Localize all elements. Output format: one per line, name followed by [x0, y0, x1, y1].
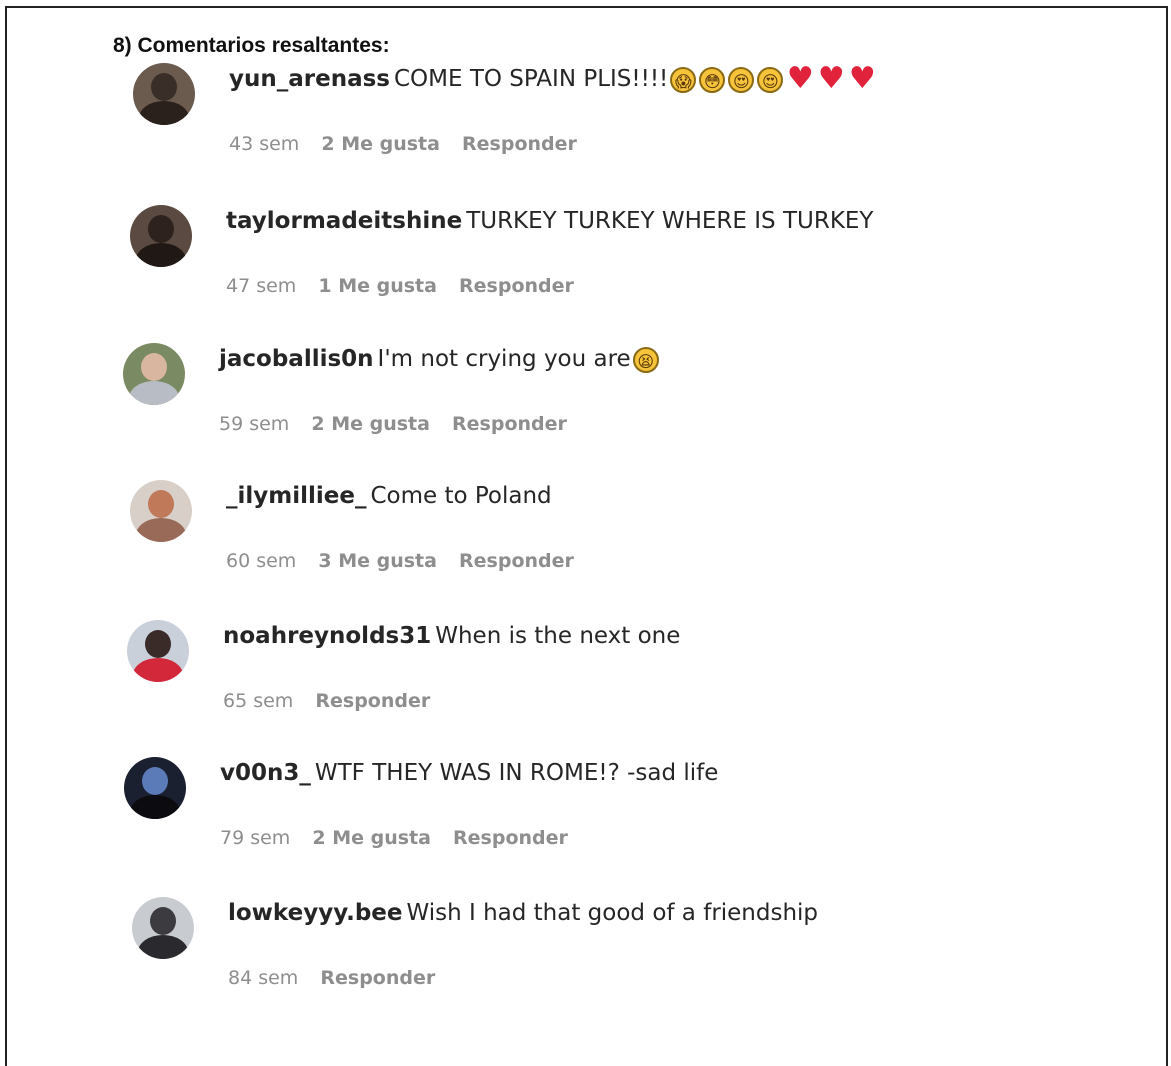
avatar[interactable] [132, 897, 194, 959]
comment-line: jacoballis0n I'm not crying you are 😫 [219, 345, 659, 373]
comment-item: lowkeyyy.bee Wish I had that good of a fr… [132, 897, 1032, 989]
comment-text: Come to Poland [370, 483, 552, 509]
comment-line: _ilymilliee_ Come to Poland [226, 482, 552, 510]
comment-time[interactable]: 79 sem [220, 827, 290, 849]
comment-line: noahreynolds31 When is the next one [223, 622, 680, 650]
red-heart-icon: ♥ [848, 60, 876, 96]
avatar[interactable] [130, 205, 192, 267]
comment-username[interactable]: v00n3_ [220, 760, 311, 786]
comment-item: _ilymilliee_ Come to Poland 60 sem 3 Me g… [130, 480, 1030, 572]
flushed-face-icon: 😳 [699, 66, 726, 93]
red-heart-icon: ♥ [786, 60, 814, 96]
comment-likes[interactable]: 3 Me gusta [318, 550, 437, 572]
reply-button[interactable]: Responder [320, 967, 435, 989]
comment-likes[interactable]: 1 Me gusta [318, 275, 437, 297]
comment-likes[interactable]: 2 Me gusta [311, 413, 430, 435]
reply-button[interactable]: Responder [452, 413, 567, 435]
section-heading: 8) Comentarios resaltantes: [113, 34, 390, 57]
comment-time[interactable]: 59 sem [219, 413, 289, 435]
heart-eyes-face-icon: 😍 [728, 66, 755, 93]
comment-item: v00n3_ WTF THEY WAS IN ROME!? -sad life 7… [124, 757, 1024, 849]
comment-meta: 43 sem 2 Me gusta Responder [229, 133, 593, 155]
comment-meta: 65 sem Responder [223, 690, 446, 712]
comment-text: TURKEY TURKEY WHERE IS TURKEY [466, 208, 874, 234]
avatar[interactable] [127, 620, 189, 682]
comment-item: noahreynolds31 When is the next one 65 se… [127, 620, 1027, 712]
comment-meta: 59 sem 2 Me gusta Responder [219, 413, 583, 435]
comment-meta: 79 sem 2 Me gusta Responder [220, 827, 584, 849]
comment-username[interactable]: yun_arenass [229, 66, 390, 92]
comment-line: lowkeyyy.bee Wish I had that good of a fr… [228, 899, 818, 927]
comment-line: yun_arenass COME TO SPAIN PLIS!!!! 😱 😳 😍 … [229, 60, 876, 96]
reply-button[interactable]: Responder [315, 690, 430, 712]
avatar[interactable] [123, 343, 185, 405]
tired-face-icon: 😫 [632, 346, 659, 373]
comment-text: I'm not crying you are [377, 346, 631, 372]
comment-item: yun_arenass COME TO SPAIN PLIS!!!! 😱 😳 😍 … [133, 60, 1033, 155]
comment-username[interactable]: _ilymilliee_ [226, 483, 366, 509]
avatar[interactable] [130, 480, 192, 542]
comment-line: taylormadeitshine TURKEY TURKEY WHERE IS … [226, 207, 873, 235]
comment-text: When is the next one [435, 623, 681, 649]
comment-time[interactable]: 47 sem [226, 275, 296, 297]
reply-button[interactable]: Responder [459, 550, 574, 572]
comment-time[interactable]: 60 sem [226, 550, 296, 572]
comment-time[interactable]: 84 sem [228, 967, 298, 989]
comment-text: COME TO SPAIN PLIS!!!! [393, 66, 669, 92]
comment-likes[interactable]: 2 Me gusta [312, 827, 431, 849]
comment-item: taylormadeitshine TURKEY TURKEY WHERE IS … [130, 205, 1030, 297]
comment-meta: 47 sem 1 Me gusta Responder [226, 275, 590, 297]
screaming-face-icon: 😱 [670, 66, 697, 93]
avatar[interactable] [124, 757, 186, 819]
reply-button[interactable]: Responder [453, 827, 568, 849]
comment-text: WTF THEY WAS IN ROME!? -sad life [314, 760, 719, 786]
comment-username[interactable]: taylormadeitshine [226, 208, 462, 234]
comment-time[interactable]: 43 sem [229, 133, 299, 155]
emoji-group: 😱 😳 😍 😍 ♥ ♥ ♥ [670, 60, 876, 96]
comment-username[interactable]: noahreynolds31 [223, 623, 431, 649]
comment-username[interactable]: lowkeyyy.bee [228, 900, 402, 926]
comment-username[interactable]: jacoballis0n [219, 346, 374, 372]
reply-button[interactable]: Responder [462, 133, 577, 155]
comment-likes[interactable]: 2 Me gusta [321, 133, 440, 155]
avatar[interactable] [133, 63, 195, 125]
comment-meta: 60 sem 3 Me gusta Responder [226, 550, 590, 572]
comment-text: Wish I had that good of a friendship [406, 900, 819, 926]
comment-item: jacoballis0n I'm not crying you are 😫 59 … [123, 343, 1023, 435]
comment-line: v00n3_ WTF THEY WAS IN ROME!? -sad life [220, 759, 718, 787]
red-heart-icon: ♥ [817, 60, 845, 96]
comment-time[interactable]: 65 sem [223, 690, 293, 712]
emoji-group: 😫 [632, 346, 659, 373]
reply-button[interactable]: Responder [459, 275, 574, 297]
comment-meta: 84 sem Responder [228, 967, 451, 989]
heart-eyes-face-icon: 😍 [757, 66, 784, 93]
